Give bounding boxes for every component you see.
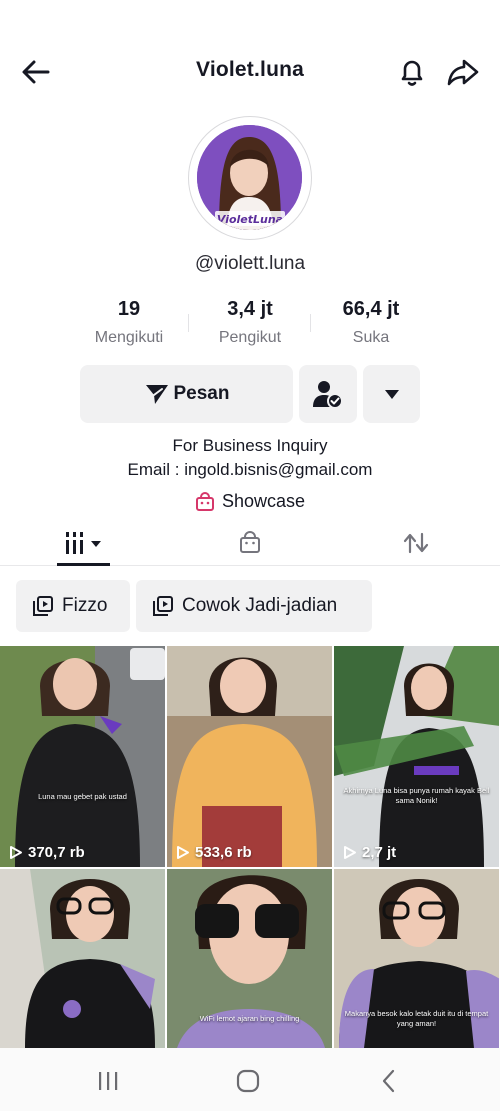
recent-apps-icon[interactable] bbox=[93, 1066, 123, 1096]
video-thumbnail[interactable]: Luna mau gebet pak ustad 370,7 rb bbox=[0, 646, 165, 867]
stat-following[interactable]: 19 Mengikuti bbox=[64, 298, 194, 347]
view-count-value: 370,7 rb bbox=[28, 844, 85, 861]
user-check-icon bbox=[313, 381, 343, 409]
video-caption: Makanya besok kalo letak duit itu di tem… bbox=[344, 1009, 489, 1028]
video-caption: Akhirnya Luna bisa punya rumah kayak Bel… bbox=[343, 786, 490, 805]
playlist-icon bbox=[33, 596, 53, 616]
grid-icon bbox=[66, 532, 101, 554]
video-caption: WiFi lemot ajaran bing chilling bbox=[199, 1014, 300, 1023]
stats-row: 19 Mengikuti 3,4 jt Pengikut 66,4 jt Suk… bbox=[0, 298, 500, 354]
video-caption: Luna mau gebet pak ustad bbox=[38, 792, 127, 801]
video-thumbnail[interactable]: WiFi lemot ajaran bing chilling bbox=[167, 869, 332, 1048]
bio-line-1: For Business Inquiry bbox=[172, 436, 328, 455]
video-thumbnail-image bbox=[167, 646, 332, 867]
tab-shop[interactable] bbox=[220, 526, 280, 560]
message-button-label: Pesan bbox=[173, 383, 230, 404]
system-navigation-bar bbox=[0, 1048, 500, 1111]
share-icon[interactable] bbox=[444, 54, 482, 90]
content-tabs bbox=[0, 520, 500, 566]
stat-followers-value: 3,4 jt bbox=[227, 298, 273, 320]
playlist-chip-cowok-jadi-jadian[interactable]: Cowok Jadi-jadian bbox=[136, 580, 372, 632]
active-tab-indicator bbox=[57, 563, 110, 566]
view-count: 2,7 jt bbox=[343, 844, 396, 861]
avatar-ring[interactable]: VioletLuna bbox=[188, 116, 312, 240]
playlist-chip-fizzo[interactable]: Fizzo bbox=[16, 580, 130, 632]
playlist-label: Fizzo bbox=[62, 595, 108, 616]
home-icon[interactable] bbox=[233, 1066, 263, 1096]
stat-likes-value: 66,4 jt bbox=[342, 298, 400, 320]
bell-icon[interactable] bbox=[394, 54, 430, 90]
showcase-label: Showcase bbox=[221, 491, 306, 511]
video-thumbnail[interactable]: 533,6 rb bbox=[167, 646, 332, 867]
stat-following-value: 19 bbox=[117, 298, 141, 320]
stat-following-label: Mengikuti bbox=[94, 329, 164, 346]
video-thumbnail[interactable] bbox=[0, 869, 165, 1048]
repost-icon bbox=[403, 532, 429, 554]
video-grid: Luna mau gebet pak ustad 370,7 rb 533,6 … bbox=[0, 646, 500, 1048]
stat-likes-label: Suka bbox=[352, 329, 390, 346]
top-bar: Violet.luna bbox=[0, 40, 500, 102]
playlist-label: Cowok Jadi-jadian bbox=[182, 595, 338, 616]
avatar[interactable]: VioletLuna bbox=[197, 125, 302, 230]
bio: For Business Inquiry Email : ingold.bisn… bbox=[0, 434, 500, 482]
bio-line-2: Email : ingold.bisnis@gmail.com bbox=[127, 460, 373, 479]
view-count: 370,7 rb bbox=[9, 844, 85, 861]
avatar-logo-text: VioletLuna bbox=[217, 213, 283, 226]
caret-down-icon bbox=[384, 390, 399, 399]
stat-followers[interactable]: 3,4 jt Pengikut bbox=[185, 298, 315, 347]
video-thumbnail-image bbox=[0, 869, 165, 1048]
tab-videos[interactable] bbox=[55, 526, 115, 560]
video-thumbnail[interactable]: Makanya besok kalo letak duit itu di tem… bbox=[334, 869, 499, 1048]
following-status-button[interactable] bbox=[299, 365, 357, 423]
send-icon bbox=[145, 385, 168, 404]
username: @violett.luna bbox=[194, 253, 306, 274]
play-icon bbox=[10, 846, 22, 859]
view-count-value: 2,7 jt bbox=[362, 844, 397, 861]
playlist-icon bbox=[153, 596, 173, 616]
stat-likes[interactable]: 66,4 jt Suka bbox=[306, 298, 436, 347]
showcase-link[interactable]: Showcase bbox=[0, 491, 500, 512]
shopping-bag-icon bbox=[195, 491, 214, 511]
more-options-button[interactable] bbox=[363, 365, 420, 423]
system-back-icon[interactable] bbox=[374, 1066, 404, 1096]
message-button[interactable]: Pesan bbox=[80, 365, 293, 423]
stat-followers-label: Pengikut bbox=[218, 329, 282, 346]
video-thumbnail[interactable]: Akhirnya Luna bisa punya rumah kayak Bel… bbox=[334, 646, 499, 867]
video-thumbnail-image bbox=[0, 646, 165, 867]
tab-reposts[interactable] bbox=[386, 526, 446, 560]
view-count: 533,6 rb bbox=[176, 844, 252, 861]
video-thumbnail-image bbox=[334, 646, 499, 867]
view-count-value: 533,6 rb bbox=[195, 844, 252, 861]
play-icon bbox=[344, 846, 356, 859]
play-icon bbox=[177, 846, 189, 859]
shop-bag-icon bbox=[240, 531, 260, 553]
